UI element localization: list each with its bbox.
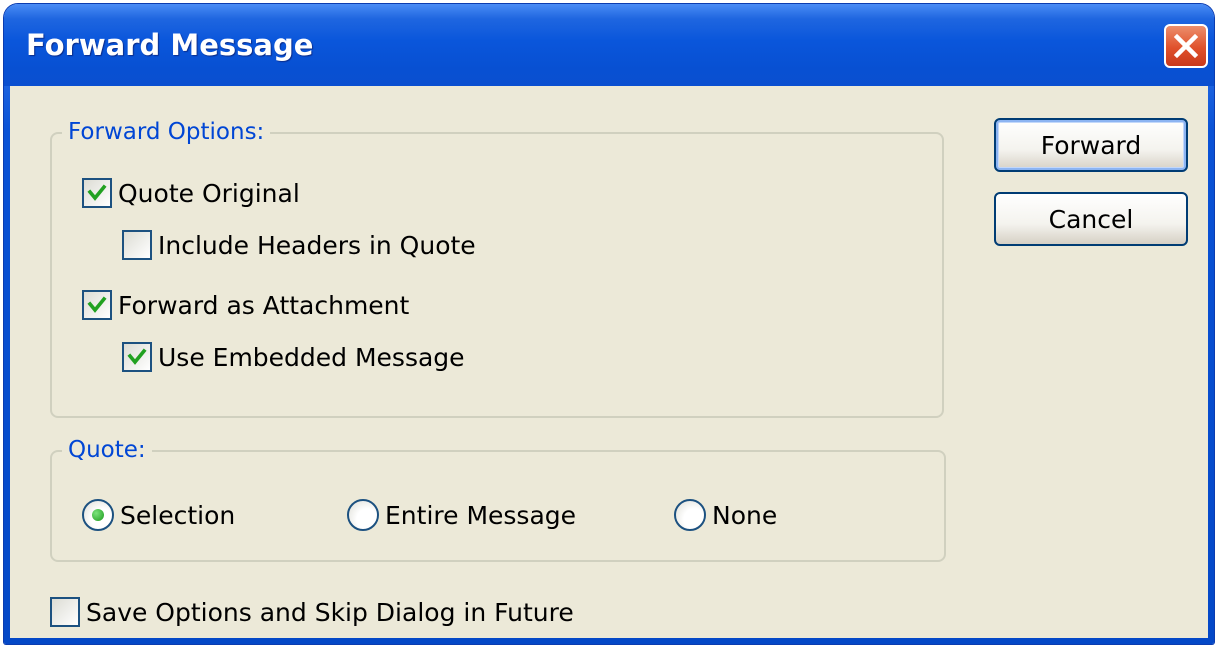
include-headers-label: Include Headers in Quote — [158, 230, 476, 260]
selection-radio[interactable] — [82, 499, 114, 531]
save-options-label: Save Options and Skip Dialog in Future — [86, 597, 574, 627]
entire-message-label: Entire Message — [385, 500, 577, 530]
save-options-checkbox-row[interactable]: Save Options and Skip Dialog in Future — [50, 597, 574, 627]
check-mark-icon — [87, 184, 107, 201]
include-headers-checkbox-row[interactable]: Include Headers in Quote — [122, 230, 476, 260]
close-icon — [1173, 33, 1199, 59]
use-embedded-checkbox-row[interactable]: Use Embedded Message — [122, 342, 465, 372]
radio-selected-dot — [92, 509, 104, 521]
none-radio[interactable] — [674, 499, 706, 531]
close-button[interactable] — [1164, 24, 1208, 68]
none-label: None — [712, 500, 778, 530]
forward-as-attachment-label: Forward as Attachment — [118, 290, 410, 320]
dialog-window: Forward Message Forward Options: Quote O… — [4, 4, 1214, 644]
radio-none-row[interactable]: None — [674, 499, 777, 531]
use-embedded-checkbox[interactable] — [122, 342, 152, 372]
forward-as-attachment-checkbox-row[interactable]: Forward as Attachment — [82, 290, 409, 320]
dialog-body: Forward Options: Quote Original Include … — [10, 86, 1208, 638]
quote-original-label: Quote Original — [118, 178, 300, 208]
save-options-checkbox[interactable] — [50, 597, 80, 627]
radio-selection-row[interactable]: Selection — [82, 499, 235, 531]
include-headers-checkbox[interactable] — [122, 230, 152, 260]
quote-original-checkbox-row[interactable]: Quote Original — [82, 178, 300, 208]
forward-options-group — [50, 132, 944, 418]
use-embedded-label: Use Embedded Message — [158, 342, 465, 372]
quote-original-checkbox[interactable] — [82, 178, 112, 208]
check-mark-icon — [87, 296, 107, 313]
window-title: Forward Message — [26, 28, 314, 62]
title-bar[interactable]: Forward Message — [4, 4, 1214, 86]
quote-legend: Quote: — [62, 437, 152, 463]
forward-as-attachment-checkbox[interactable] — [82, 290, 112, 320]
entire-message-radio[interactable] — [347, 499, 379, 531]
radio-entire-message-row[interactable]: Entire Message — [347, 499, 576, 531]
forward-button[interactable]: Forward — [994, 118, 1188, 172]
forward-options-legend: Forward Options: — [62, 119, 271, 145]
check-mark-icon — [127, 348, 147, 365]
selection-label: Selection — [120, 500, 236, 530]
cancel-button[interactable]: Cancel — [994, 192, 1188, 246]
